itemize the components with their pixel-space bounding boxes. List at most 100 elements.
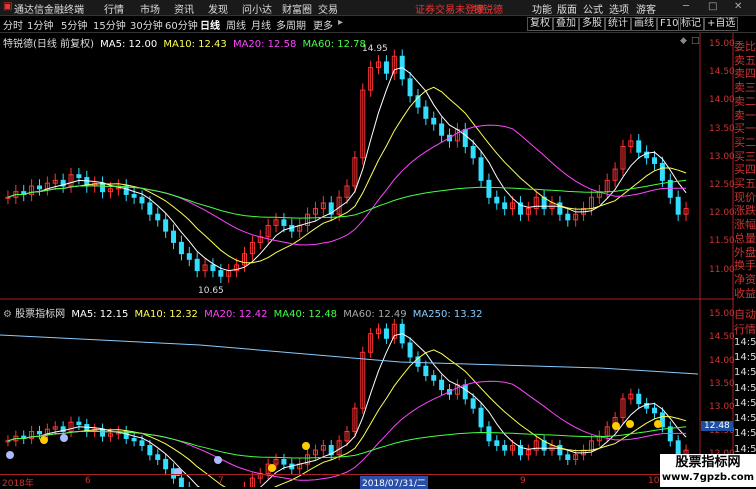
side-lower-item[interactable]: 14:50: [734, 428, 756, 439]
sad-marker-icon: [6, 451, 14, 459]
candle-body: [155, 454, 161, 460]
main-y-tick: 11.50: [709, 236, 735, 247]
candle-body: [636, 140, 642, 153]
candle-body: [407, 78, 413, 97]
x-label-jul: 7: [218, 476, 224, 486]
ind-ma20: MA20: 12.42: [204, 309, 268, 320]
ma-line: [7, 349, 687, 487]
candle-body: [139, 196, 145, 204]
x-label-cursor-date: 2018/07/31/二: [360, 476, 428, 489]
candle-body: [210, 264, 216, 272]
indicator-legend: ⚙ 股票指标网 MA5: 12.15 MA10: 12.32 MA20: 12.…: [3, 305, 483, 320]
candle-body: [131, 437, 137, 442]
candle-body: [5, 196, 11, 199]
candle-body: [186, 253, 192, 260]
candle-body: [281, 219, 287, 226]
ind-ma40: MA40: 12.48: [273, 309, 338, 320]
ma-line: [7, 333, 687, 487]
watermark-title: 股票指标网: [675, 455, 741, 470]
candle-body: [502, 202, 508, 210]
ma-line: [7, 86, 687, 264]
candle-body: [36, 185, 42, 190]
candle-body: [439, 379, 445, 391]
side-item[interactable]: 收益: [734, 285, 756, 301]
side-lower-item[interactable]: 14:50: [734, 413, 756, 424]
main-ma5: MA5: 12.00: [100, 39, 158, 50]
side-lower-item[interactable]: 自动: [734, 306, 756, 322]
candle-body: [178, 241, 184, 255]
side-lower-item[interactable]: 行情: [734, 321, 756, 337]
candle-body: [494, 440, 500, 446]
candle-body: [139, 440, 145, 446]
candle-body: [565, 213, 571, 221]
side-lower-item[interactable]: 14:50: [734, 383, 756, 394]
candle-body: [486, 179, 492, 198]
candle-body: [100, 428, 106, 437]
candle-body: [675, 440, 681, 456]
candle-body: [383, 328, 389, 339]
main-y-tick: 13.50: [709, 123, 735, 134]
main-y-tick: 11.00: [709, 264, 735, 275]
candle-body: [131, 193, 137, 198]
candle-body: [636, 393, 642, 405]
side-lower-item[interactable]: 14:50: [734, 367, 756, 378]
ind-ma5: MA5: 12.15: [71, 309, 129, 320]
candle-body: [478, 407, 484, 428]
candle-body: [147, 202, 153, 215]
candle-body: [659, 162, 665, 181]
candle-body: [478, 157, 484, 181]
ind-ma10: MA10: 12.32: [134, 309, 198, 320]
candle-body: [5, 440, 11, 443]
chart-settings-icon[interactable]: ◆: [680, 36, 687, 46]
smiley-marker-icon: [626, 420, 634, 428]
indicator-y-tick: 15.00: [709, 309, 735, 319]
candle-body: [407, 342, 413, 358]
candle-body: [431, 375, 437, 381]
candle-body: [462, 129, 468, 148]
candle-body: [76, 421, 82, 426]
candle-body: [652, 407, 658, 414]
side-lower-item[interactable]: 14:50: [734, 398, 756, 409]
sad-marker-icon: [60, 434, 68, 442]
candle-body: [383, 61, 389, 74]
main-ma60: MA60: 12.78: [302, 39, 366, 50]
main-y-tick: 14.50: [709, 67, 735, 78]
x-label-jun: 6: [85, 476, 91, 486]
smiley-marker-icon: [40, 436, 48, 444]
candle-body: [147, 444, 153, 456]
candle-body: [194, 258, 200, 272]
sad-marker-icon: [214, 456, 222, 464]
main-ma20: MA20: 12.58: [232, 39, 297, 50]
candle-body: [100, 182, 106, 193]
indicator-settings-icon[interactable]: ⚙: [3, 309, 12, 320]
candle-body: [163, 219, 169, 232]
ma250-line: [0, 334, 699, 375]
main-y-tick: 12.50: [709, 180, 735, 190]
indicator-title: 股票指标网: [15, 309, 66, 320]
smiley-marker-icon: [302, 442, 310, 450]
chart-expand-icon[interactable]: □: [691, 36, 700, 46]
smiley-marker-icon: [654, 420, 662, 428]
x-axis: 2018年 6 7 2018/07/31/二 9 10: [0, 474, 700, 489]
high-price-label: 14.95: [362, 44, 388, 54]
candle-body: [675, 196, 681, 215]
x-label-sep: 9: [520, 476, 526, 486]
main-chart-title: 特锐德(日线 前复权): [3, 39, 94, 50]
kline-chart[interactable]: [0, 0, 756, 487]
side-lower-item[interactable]: 14:50: [734, 337, 756, 348]
ma-line: [7, 67, 687, 272]
candle-body: [36, 431, 42, 435]
side-lower-item[interactable]: 14:50: [734, 352, 756, 363]
candle-body: [486, 426, 492, 442]
candle-body: [652, 157, 658, 164]
ind-ma250: MA250: 13.32: [412, 309, 483, 320]
ind-ma60: MA60: 12.49: [343, 309, 407, 320]
candle-body: [470, 398, 476, 409]
indicator-y-tick: 14.00: [709, 355, 735, 366]
indicator-y-tick: 13.00: [709, 402, 735, 413]
main-y-tick: 12.00: [709, 208, 735, 219]
indicator-y-tick: 13.50: [709, 378, 735, 389]
candle-body: [155, 213, 161, 221]
main-y-tick: 13.00: [709, 151, 735, 162]
watermark: 股票指标网 www.7gpzb.com: [660, 454, 756, 487]
